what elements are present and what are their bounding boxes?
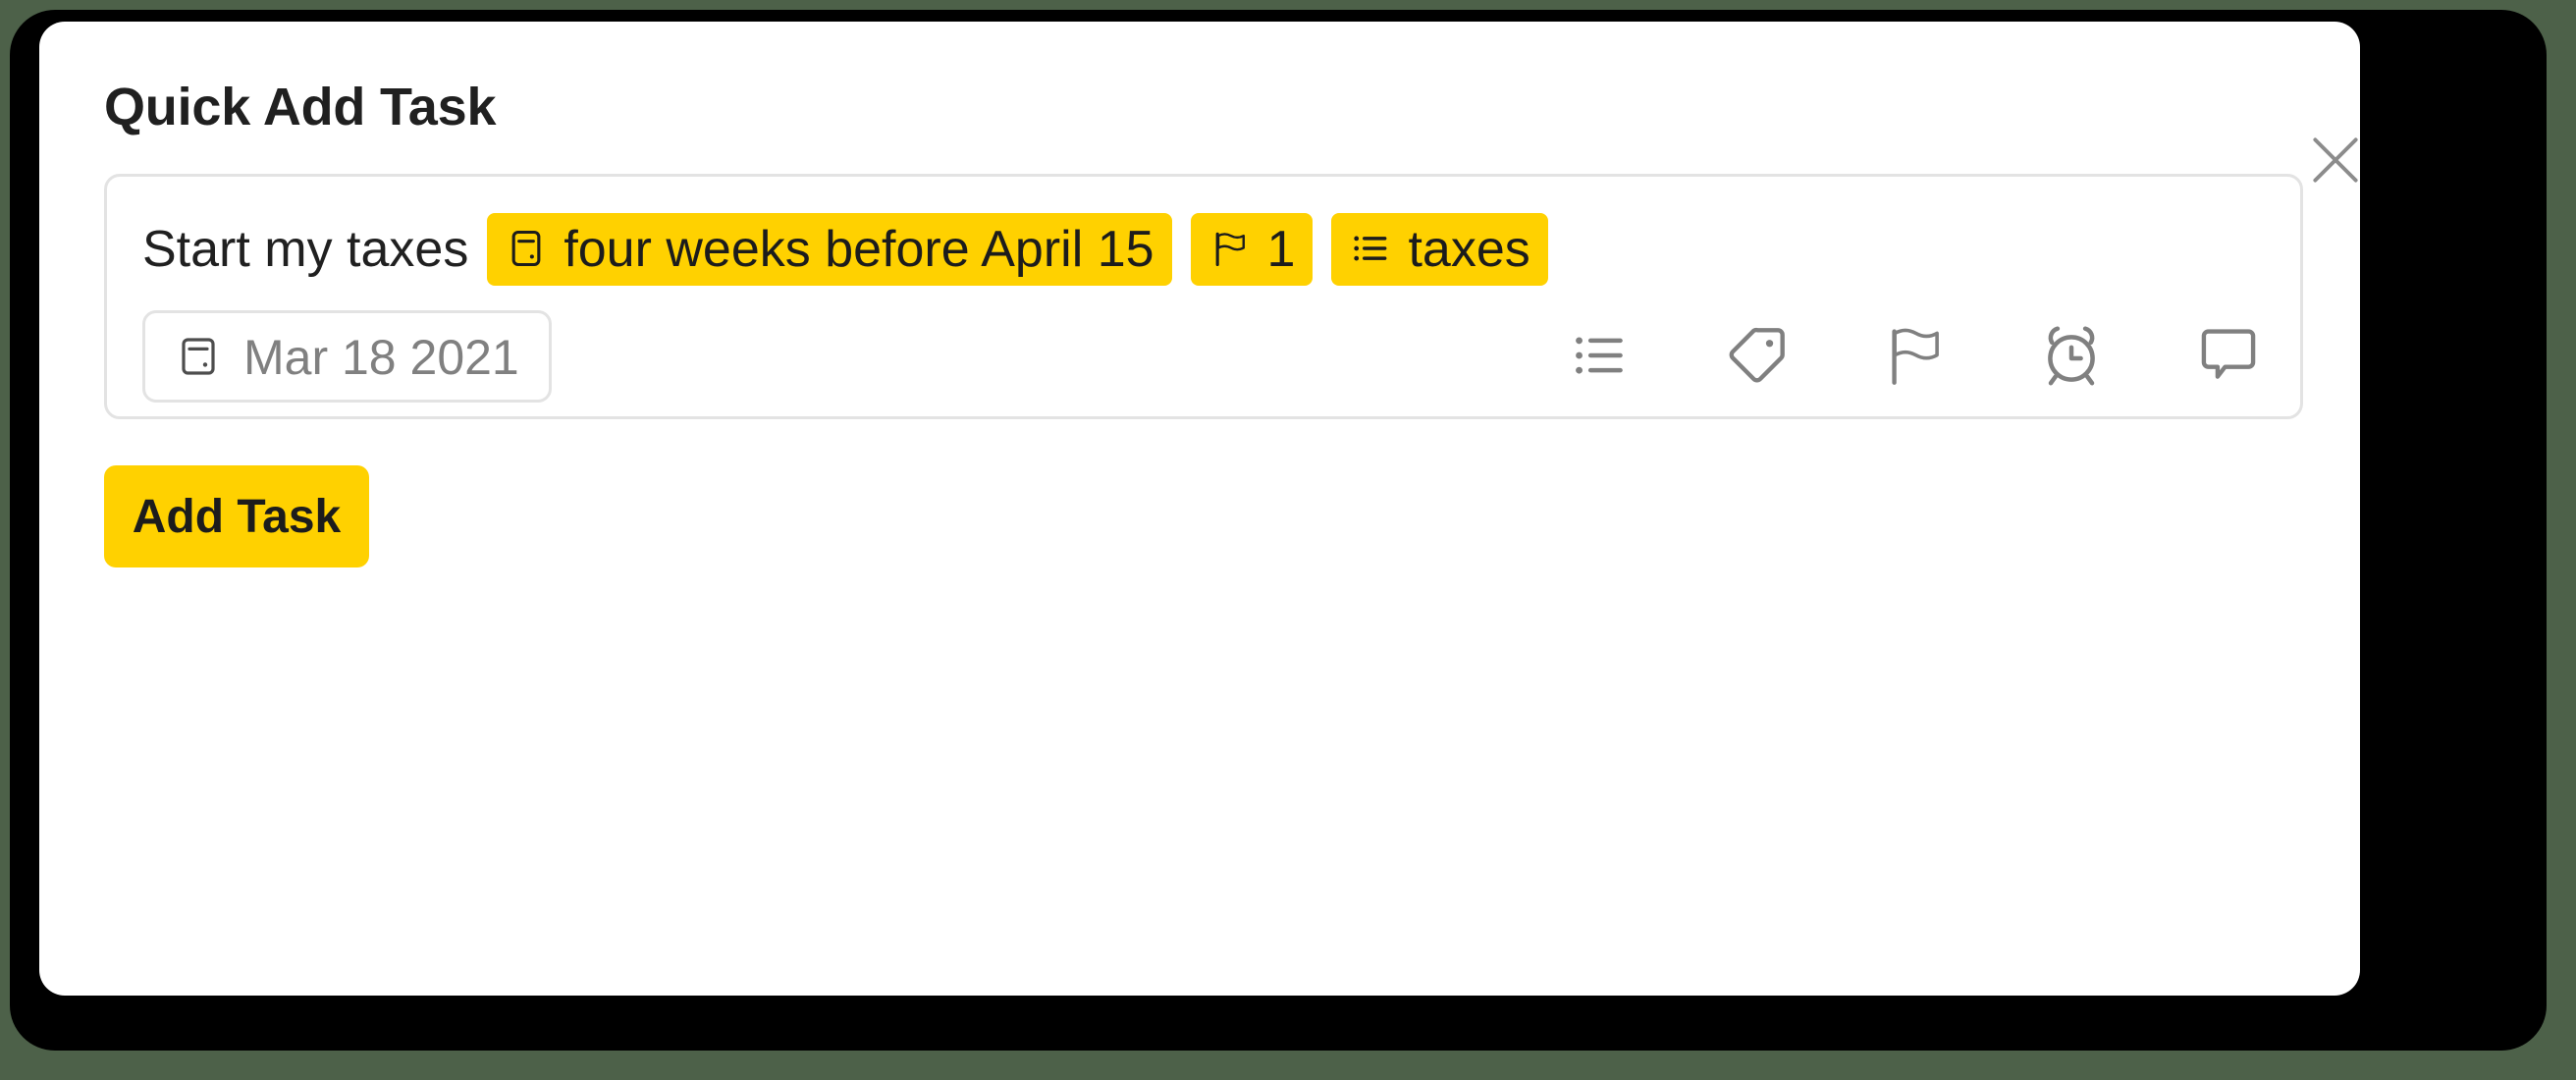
chip-priority[interactable]: 1 bbox=[1190, 213, 1314, 286]
quick-action-bar bbox=[1558, 313, 2271, 398]
tag-icon bbox=[1723, 321, 1792, 390]
chip-priority-label: 1 bbox=[1266, 221, 1296, 278]
project-button[interactable] bbox=[1558, 313, 1642, 398]
due-date-picker[interactable]: Mar 18 2021 bbox=[142, 310, 552, 403]
chip-project[interactable]: taxes bbox=[1331, 213, 1548, 286]
chip-due-date-label: four weeks before April 15 bbox=[564, 221, 1154, 278]
alarm-clock-icon bbox=[2036, 320, 2107, 391]
calendar-icon bbox=[175, 333, 222, 380]
composer-toolbar: Mar 18 2021 bbox=[142, 310, 2263, 408]
comment-icon bbox=[2194, 321, 2263, 390]
close-icon bbox=[2305, 130, 2366, 190]
priority-button[interactable] bbox=[1872, 313, 1957, 398]
close-button[interactable] bbox=[2297, 122, 2374, 198]
calendar-icon bbox=[505, 227, 548, 270]
flag-icon bbox=[1208, 227, 1252, 270]
chip-due-date[interactable]: four weeks before April 15 bbox=[487, 213, 1172, 286]
task-input-line[interactable]: Start my taxes four weeks before April 1… bbox=[142, 204, 1548, 295]
due-date-value: Mar 18 2021 bbox=[243, 330, 519, 385]
list-icon bbox=[1568, 323, 1633, 388]
screen: Quick Add Task Start my taxes four weeks… bbox=[0, 0, 2576, 1080]
chip-project-label: taxes bbox=[1408, 221, 1530, 278]
add-task-button[interactable]: Add Task bbox=[104, 465, 369, 567]
dialog-header: Quick Add Task bbox=[39, 22, 2360, 183]
list-icon bbox=[1349, 227, 1392, 270]
labels-button[interactable] bbox=[1715, 313, 1799, 398]
quick-add-dialog: Quick Add Task Start my taxes four weeks… bbox=[39, 22, 2360, 996]
task-composer[interactable]: Start my taxes four weeks before April 1… bbox=[104, 174, 2303, 419]
flag-icon bbox=[1880, 321, 1949, 390]
page-title: Quick Add Task bbox=[104, 78, 497, 136]
reminder-button[interactable] bbox=[2029, 313, 2114, 398]
device-frame: Quick Add Task Start my taxes four weeks… bbox=[10, 10, 2547, 1051]
task-input-text: Start my taxes bbox=[142, 221, 469, 278]
comment-button[interactable] bbox=[2186, 313, 2271, 398]
